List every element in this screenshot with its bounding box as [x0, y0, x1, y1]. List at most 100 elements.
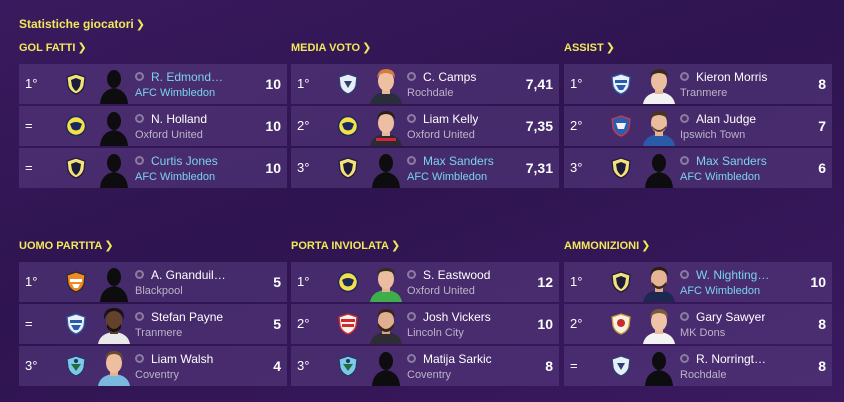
coventry-crest-icon [66, 355, 86, 377]
panel-title-man-of-the-match[interactable]: UOMO PARTITA ❯ [19, 238, 287, 254]
player-row[interactable]: 3° Liam Walsh Coventry 4 [19, 346, 287, 386]
rank: = [570, 358, 578, 373]
club-name[interactable]: AFC Wimbledon [680, 285, 792, 297]
player-name[interactable]: Liam Walsh [151, 352, 213, 366]
player-name[interactable]: Curtis Jones [151, 154, 218, 168]
player-photo [643, 309, 675, 344]
club-name[interactable]: Oxford United [407, 285, 519, 297]
player-row[interactable]: 1° R. Edmond… AFC Wimbledon 10 [19, 64, 287, 104]
panel-title-clean-sheets[interactable]: PORTA INVIOLATA ❯ [291, 238, 559, 254]
player-name[interactable]: W. Nighting… [696, 268, 769, 282]
player-name[interactable]: N. Holland [151, 112, 207, 126]
player-row[interactable]: = Curtis Jones AFC Wimbledon 10 [19, 148, 287, 188]
panel-title-assists[interactable]: ASSIST ❯ [564, 40, 832, 56]
person-icon [135, 114, 144, 123]
club-name[interactable]: Coventry [135, 369, 247, 381]
stat-value: 7,35 [525, 118, 553, 134]
club-name[interactable]: MK Dons [680, 327, 792, 339]
player-photo [643, 111, 675, 146]
tranmere-crest-icon [66, 313, 86, 335]
player-row[interactable]: = N. Holland Oxford United 10 [19, 106, 287, 146]
player-photo [98, 351, 130, 386]
player-name[interactable]: R. Norringt… [696, 352, 766, 366]
club-name[interactable]: Tranmere [135, 327, 247, 339]
stat-value: 5 [273, 316, 281, 332]
rank: = [25, 160, 33, 175]
club-name[interactable]: Ipswich Town [680, 129, 792, 141]
player-name[interactable]: Kieron Morris [696, 70, 767, 84]
player-row[interactable]: 1° C. Camps Rochdale 7,41 [291, 64, 559, 104]
player-row[interactable]: = Stefan Payne Tranmere 5 [19, 304, 287, 344]
player-row[interactable]: 3° Max Sanders AFC Wimbledon 6 [564, 148, 832, 188]
club-name[interactable]: AFC Wimbledon [680, 171, 792, 183]
rank: = [25, 316, 33, 331]
club-name[interactable]: Tranmere [680, 87, 792, 99]
stat-value: 6 [818, 160, 826, 176]
player-name[interactable]: A. Gnanduil… [151, 268, 226, 282]
ipswich-town-crest-icon [611, 115, 631, 137]
player-name[interactable]: C. Camps [423, 70, 476, 84]
player-name[interactable]: Liam Kelly [423, 112, 478, 126]
club-name[interactable]: Coventry [407, 369, 519, 381]
player-name[interactable]: Matija Sarkic [423, 352, 492, 366]
person-icon [407, 270, 416, 279]
afc-wimbledon-crest-icon [611, 271, 631, 293]
club-name[interactable]: AFC Wimbledon [135, 171, 247, 183]
player-photo [98, 308, 130, 344]
club-name[interactable]: Blackpool [135, 285, 247, 297]
player-row[interactable]: 3° Matija Sarkic Coventry 8 [291, 346, 559, 386]
player-row[interactable]: 3° Max Sanders AFC Wimbledon 7,31 [291, 148, 559, 188]
panel-average-rating: MEDIA VOTO ❯ 1° C. Camps Rochdale 7,41 2°… [291, 40, 559, 190]
chevron-right-icon: ❯ [104, 240, 114, 252]
person-icon [135, 270, 144, 279]
player-name[interactable]: Gary Sawyer [696, 310, 765, 324]
stat-value: 5 [273, 274, 281, 290]
player-name[interactable]: Stefan Payne [151, 310, 223, 324]
player-name[interactable]: Alan Judge [696, 112, 756, 126]
chevron-right-icon: ❯ [135, 19, 145, 31]
player-name[interactable]: R. Edmond… [151, 70, 223, 84]
player-row[interactable]: 1° Kieron Morris Tranmere 8 [564, 64, 832, 104]
page-title[interactable]: Statistiche giocatori ❯ [19, 17, 145, 31]
player-row[interactable]: 2° Josh Vickers Lincoln City 10 [291, 304, 559, 344]
stat-value: 8 [818, 358, 826, 374]
player-row[interactable]: 2° Alan Judge Ipswich Town 7 [564, 106, 832, 146]
club-name[interactable]: Rochdale [407, 87, 519, 99]
player-row[interactable]: 1° W. Nighting… AFC Wimbledon 10 [564, 262, 832, 302]
player-row[interactable]: 1° A. Gnanduil… Blackpool 5 [19, 262, 287, 302]
chevron-right-icon: ❯ [390, 240, 401, 252]
player-name[interactable]: Josh Vickers [423, 310, 491, 324]
stat-value: 10 [265, 76, 281, 92]
player-row[interactable]: 2° Liam Kelly Oxford United 7,35 [291, 106, 559, 146]
chevron-right-icon: ❯ [641, 240, 651, 252]
mk-dons-crest-icon [611, 313, 631, 335]
person-icon [680, 354, 689, 363]
stat-value: 4 [273, 358, 281, 374]
player-row[interactable]: 1° S. Eastwood Oxford United 12 [291, 262, 559, 302]
club-name[interactable]: Lincoln City [407, 327, 519, 339]
player-name[interactable]: Max Sanders [696, 154, 767, 168]
club-name[interactable]: Rochdale [680, 369, 792, 381]
player-row[interactable]: 2° Gary Sawyer MK Dons 8 [564, 304, 832, 344]
rank: 1° [297, 76, 310, 91]
player-photo [370, 268, 402, 302]
player-silhouette [372, 154, 400, 188]
panel-title-yellow-cards[interactable]: AMMONIZIONI ❯ [564, 238, 832, 254]
person-icon [680, 114, 689, 123]
person-icon [680, 270, 689, 279]
club-name[interactable]: AFC Wimbledon [135, 87, 247, 99]
player-row[interactable]: = R. Norringt… Rochdale 8 [564, 346, 832, 386]
player-name[interactable]: Max Sanders [423, 154, 494, 168]
chevron-right-icon: ❯ [77, 42, 87, 54]
person-icon [407, 312, 416, 321]
club-name[interactable]: Oxford United [407, 129, 519, 141]
panel-title-average-rating[interactable]: MEDIA VOTO ❯ [291, 40, 559, 56]
club-name[interactable]: AFC Wimbledon [407, 171, 519, 183]
stat-value: 7,41 [525, 76, 553, 92]
club-name[interactable]: Oxford United [135, 129, 247, 141]
panel-title-goals[interactable]: GOL FATTI ❯ [19, 40, 287, 56]
rank: 3° [297, 358, 310, 373]
person-icon [407, 72, 416, 81]
rank: 2° [570, 316, 583, 331]
player-name[interactable]: S. Eastwood [423, 268, 490, 282]
